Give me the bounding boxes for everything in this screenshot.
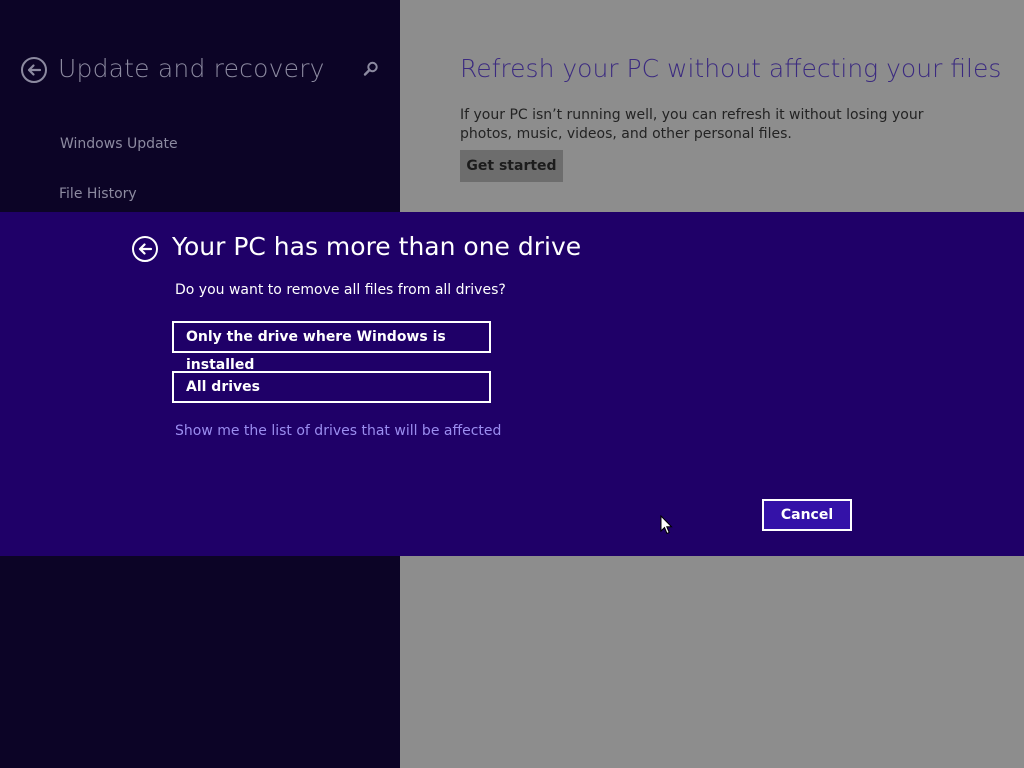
section-title: Refresh your PC without affecting your f… — [460, 54, 1002, 83]
sidebar-item-windows-update[interactable]: Windows Update — [60, 136, 178, 152]
section-description: If your PC isn’t running well, you can r… — [460, 107, 924, 142]
dialog-title: Your PC has more than one drive — [172, 232, 582, 261]
affected-drives-link[interactable]: Show me the list of drives that will be … — [175, 423, 501, 439]
mouse-pointer-icon — [660, 514, 674, 535]
search-icon[interactable] — [362, 60, 380, 78]
all-drives-button[interactable]: All drives — [172, 371, 491, 403]
dialog-back-arrow-icon[interactable] — [132, 236, 158, 262]
cancel-button[interactable]: Cancel — [762, 499, 852, 531]
screen: Update and recovery Windows Update File … — [0, 0, 1024, 768]
sidebar-item-file-history[interactable]: File History — [59, 186, 137, 202]
settings-title: Update and recovery — [58, 54, 325, 83]
drive-choice-dialog: Your PC has more than one drive Do you w… — [0, 212, 1024, 556]
get-started-button[interactable]: Get started — [460, 150, 563, 182]
dialog-question: Do you want to remove all files from all… — [175, 282, 506, 298]
back-arrow-icon[interactable] — [21, 57, 47, 83]
windows-drive-only-button[interactable]: Only the drive where Windows is installe… — [172, 321, 491, 373]
